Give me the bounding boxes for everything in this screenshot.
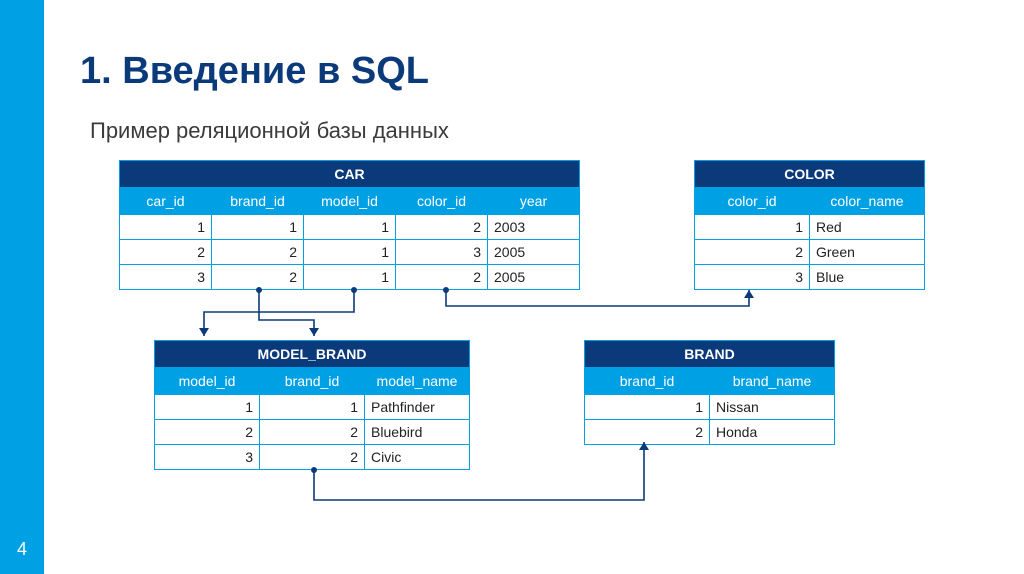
cell: 2 [396, 215, 488, 240]
table-brand: BRAND brand_id brand_name 1 Nissan 2 Hon… [584, 340, 835, 445]
table-model-brand: MODEL_BRAND model_id brand_id model_name… [154, 340, 470, 470]
cell: 3 [695, 265, 810, 290]
cell: Green [810, 240, 925, 265]
table-row: 1 1 Pathfinder [155, 395, 470, 420]
col-header: brand_name [710, 368, 835, 395]
cell: 2003 [488, 215, 580, 240]
cell: 1 [585, 395, 710, 420]
cell: 2 [155, 420, 260, 445]
cell: 2 [120, 240, 212, 265]
table-row: 1 Red [695, 215, 925, 240]
col-header: model_id [155, 368, 260, 395]
table-car: CAR car_id brand_id model_id color_id ye… [119, 160, 580, 290]
cell: 2005 [488, 240, 580, 265]
cell: Blue [810, 265, 925, 290]
cell: 3 [155, 445, 260, 470]
cell: 1 [304, 240, 396, 265]
table-color-name: COLOR [695, 161, 925, 188]
cell: 2 [585, 420, 710, 445]
table-row: 2 2 1 3 2005 [120, 240, 580, 265]
cell: 1 [304, 265, 396, 290]
col-header: car_id [120, 188, 212, 215]
col-header: brand_id [260, 368, 365, 395]
cell: 2 [212, 240, 304, 265]
table-color: COLOR color_id color_name 1 Red 2 Green … [694, 160, 925, 290]
cell: 1 [260, 395, 365, 420]
cell: 1 [120, 215, 212, 240]
cell: 3 [396, 240, 488, 265]
col-header: color_id [396, 188, 488, 215]
cell: Honda [710, 420, 835, 445]
page-number: 4 [0, 539, 44, 560]
table-row: 2 2 Bluebird [155, 420, 470, 445]
cell: 2 [212, 265, 304, 290]
cell: 2005 [488, 265, 580, 290]
col-header: brand_id [212, 188, 304, 215]
col-header: year [488, 188, 580, 215]
table-row: 1 1 1 2 2003 [120, 215, 580, 240]
table-brand-name: BRAND [585, 341, 835, 368]
cell: 3 [120, 265, 212, 290]
cell: Pathfinder [365, 395, 470, 420]
table-row: 3 2 1 2 2005 [120, 265, 580, 290]
sidebar-accent: 4 [0, 0, 44, 574]
table-row: 2 Green [695, 240, 925, 265]
col-header: color_id [695, 188, 810, 215]
table-row: 3 Blue [695, 265, 925, 290]
col-header: brand_id [585, 368, 710, 395]
cell: 2 [260, 445, 365, 470]
cell: 2 [260, 420, 365, 445]
col-header: color_name [810, 188, 925, 215]
cell: 1 [212, 215, 304, 240]
table-row: 3 2 Civic [155, 445, 470, 470]
cell: Red [810, 215, 925, 240]
col-header: model_name [365, 368, 470, 395]
diagram-canvas: CAR car_id brand_id model_id color_id ye… [44, 0, 1024, 574]
table-row: 1 Nissan [585, 395, 835, 420]
col-header: model_id [304, 188, 396, 215]
cell: Bluebird [365, 420, 470, 445]
cell: 1 [695, 215, 810, 240]
cell: Nissan [710, 395, 835, 420]
table-model-brand-name: MODEL_BRAND [155, 341, 470, 368]
cell: 1 [155, 395, 260, 420]
cell: Civic [365, 445, 470, 470]
cell: 2 [396, 265, 488, 290]
table-row: 2 Honda [585, 420, 835, 445]
cell: 2 [695, 240, 810, 265]
table-car-name: CAR [120, 161, 580, 188]
cell: 1 [304, 215, 396, 240]
